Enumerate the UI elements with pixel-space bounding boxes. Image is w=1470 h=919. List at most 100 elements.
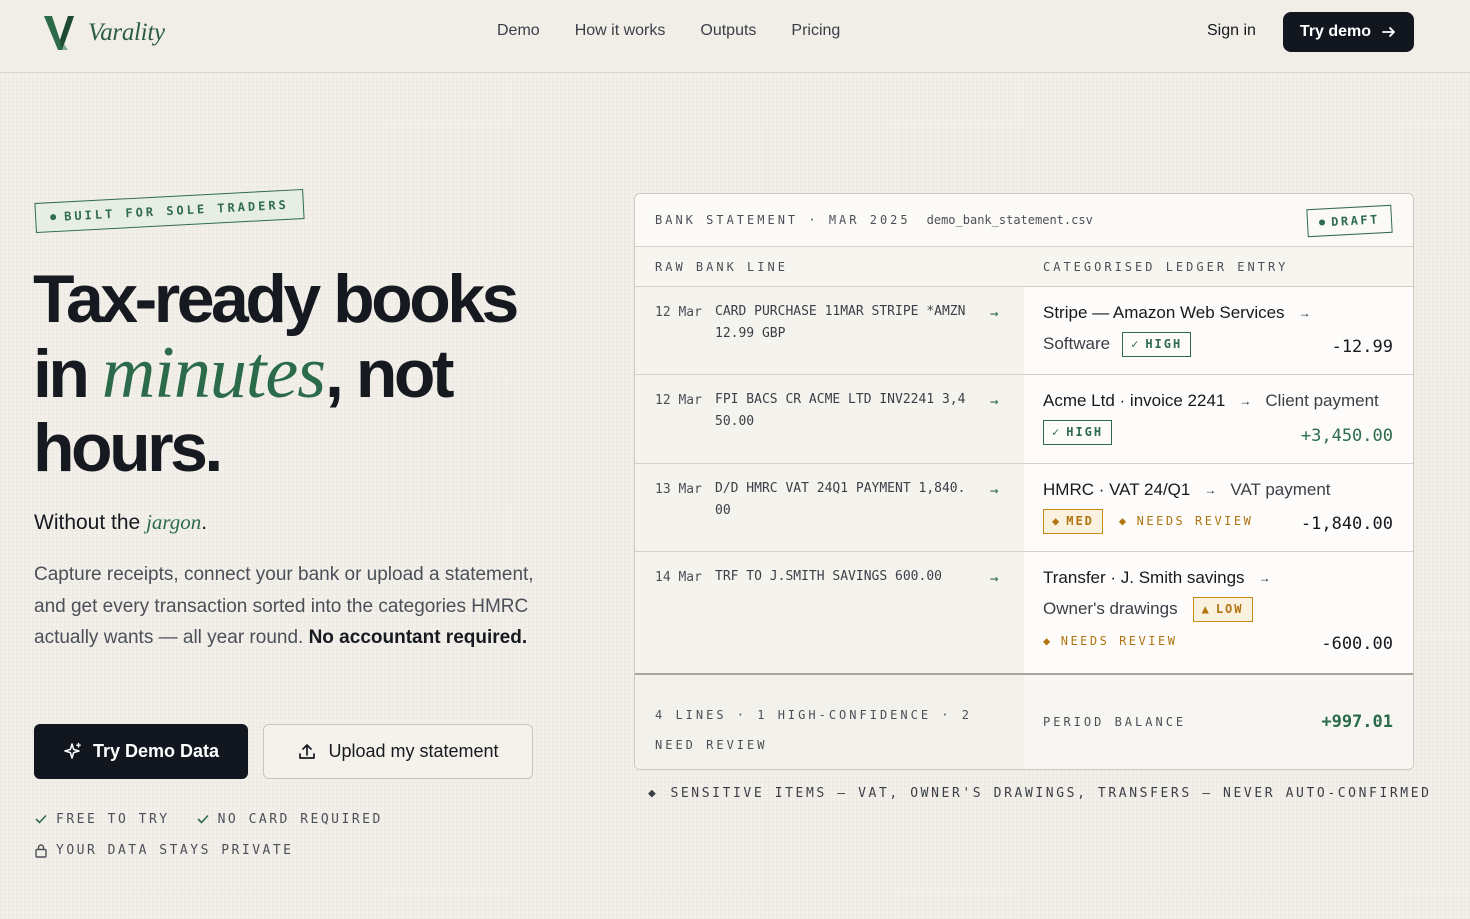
small-arrow-icon: → (1204, 483, 1217, 497)
raw-bank-line: 12 Mar CARD PURCHASE 11MAR STRIPE *AMZN … (635, 287, 1024, 374)
confidence-badge: ◆ MED (1043, 508, 1103, 534)
arrow-right-icon (1382, 27, 1395, 37)
ledger-entry: HMRC · VAT 24/Q1 → VAT payment ◆ MED ◆ NEE… (1024, 464, 1413, 551)
row-raw-text: CARD PURCHASE 11MAR STRIPE *AMZN 12.99 G… (715, 304, 966, 341)
entry-category: VAT payment (1230, 480, 1331, 499)
ledger-entry: Acme Ltd · invoice 2241 → Client payment… (1024, 375, 1413, 463)
entry-amount: -600.00 (1321, 634, 1393, 654)
draft-badge: DRAFT (1306, 204, 1393, 238)
subtitle-start: Without the (34, 511, 147, 534)
subtitle-end: . (201, 511, 208, 534)
raw-bank-line: 12 Mar FPI BACS CR ACME LTD INV2241 3,45… (635, 375, 1024, 463)
entry-amount: +3,450.00 (1300, 426, 1393, 446)
try-demo-label: Try demo (1299, 23, 1372, 40)
hero-badge: BUILT FOR SOLE TRADERS (34, 188, 305, 234)
entry-category: Software (1043, 334, 1111, 353)
entry-payee: Transfer · J. Smith savings (1043, 568, 1245, 587)
perks-list: FREE TO TRY NO CARD REQUIRED YOUR DATA S… (34, 810, 383, 859)
brand-name: Varality (88, 19, 165, 46)
needs-review-flag: ◆ NEEDS REVIEW (1119, 514, 1253, 528)
draft-label: DRAFT (1330, 212, 1381, 229)
sparkle-icon (64, 742, 81, 759)
ledger-entry: Stripe — Amazon Web Services → Software … (1024, 287, 1413, 374)
confidence-badge: ✓ HIGH (1043, 419, 1113, 445)
diamond-icon: ◆ (1118, 514, 1129, 528)
upload-statement-button[interactable]: Upload my statement (263, 724, 533, 779)
hero-title-line1: Tax-ready books (33, 261, 519, 337)
entry-payee: Stripe — Amazon Web Services (1043, 303, 1285, 322)
row-raw-text: FPI BACS CR ACME LTD INV2241 3,450.00 (715, 392, 966, 429)
ledger-header: BANK STATEMENT · MAR 2025 demo_bank_stat… (635, 194, 1413, 247)
sensitive-items-note: ◆ SENSITIVE ITEMS — VAT, OWNER'S DRAWING… (648, 786, 1432, 801)
perk-no-card-label: NO CARD REQUIRED (217, 811, 383, 827)
subtitle-emphasis: jargon (146, 510, 202, 534)
small-arrow-icon: → (1258, 571, 1271, 585)
draft-dot-icon (1319, 219, 1326, 226)
ledger-summary: 4 LINES · 1 HIGH-CONFIDENCE · 2 NEED REV… (655, 708, 972, 752)
hero-title-line3: hours. (33, 410, 223, 486)
hero-badge-label: BUILT FOR SOLE TRADERS (63, 197, 290, 224)
try-demo-data-button[interactable]: Try Demo Data (34, 724, 248, 779)
ledger-card: BANK STATEMENT · MAR 2025 demo_bank_stat… (634, 193, 1414, 770)
upload-statement-label: Upload my statement (328, 741, 499, 761)
ledger-row[interactable]: 12 Mar CARD PURCHASE 11MAR STRIPE *AMZN … (635, 287, 1413, 375)
check-icon (197, 814, 209, 824)
arrow-right-icon: → (990, 394, 999, 410)
try-demo-button[interactable]: Try demo (1283, 12, 1414, 52)
confidence-label: MED (1066, 514, 1094, 528)
top-nav-bar: Varality Demo How it works Outputs Prici… (0, 0, 1470, 73)
perk-no-card: NO CARD REQUIRED (196, 812, 383, 827)
main-nav: Demo How it works Outputs Pricing (497, 22, 840, 40)
needs-review-label: NEEDS REVIEW (1136, 514, 1254, 528)
arrow-right-icon: → (990, 571, 999, 587)
ledger-row[interactable]: 13 Mar D/D HMRC VAT 24Q1 PAYMENT 1,840.0… (635, 464, 1413, 552)
nav-demo[interactable]: Demo (497, 22, 540, 40)
row-raw-text: D/D HMRC VAT 24Q1 PAYMENT 1,840.00 (715, 481, 966, 518)
arrow-right-icon: → (990, 306, 999, 322)
entry-category: Client payment (1265, 391, 1379, 410)
needs-review-flag: ◆ NEEDS REVIEW (1043, 634, 1177, 648)
check-icon: ✓ (1131, 337, 1141, 351)
lock-icon (35, 843, 47, 858)
sensitive-items-text: SENSITIVE ITEMS — VAT, OWNER'S DRAWINGS,… (670, 786, 1432, 801)
needs-review-label: NEEDS REVIEW (1060, 634, 1178, 648)
row-date: 12 Mar (655, 393, 702, 408)
raw-bank-line: 13 Mar D/D HMRC VAT 24Q1 PAYMENT 1,840.0… (635, 464, 1024, 551)
diamond-icon: ◆ (1052, 514, 1062, 528)
hero-title-line2-end: , not (325, 336, 455, 412)
perk-free-label: FREE TO TRY (56, 811, 170, 827)
small-arrow-icon: → (1239, 394, 1252, 408)
nav-pricing[interactable]: Pricing (791, 22, 840, 40)
logo[interactable]: Varality (44, 14, 165, 52)
confidence-label: HIGH (1066, 425, 1104, 439)
varality-logo-icon (44, 16, 74, 50)
ledger-column-headers: RAW BANK LINE CATEGORISED LEDGER ENTRY (635, 247, 1413, 287)
diamond-icon: ◆ (648, 786, 659, 801)
ledger-filename: demo_bank_statement.csv (926, 213, 1093, 227)
col-entry-header: CATEGORISED LEDGER ENTRY (1043, 259, 1289, 274)
period-balance-value: +997.01 (1321, 712, 1393, 732)
confidence-badge: ✓ HIGH (1122, 331, 1192, 357)
hero-subtitle: Without the jargon. (34, 510, 207, 535)
nav-how-it-works[interactable]: How it works (575, 22, 666, 40)
row-date: 13 Mar (655, 482, 702, 497)
entry-amount: -1,840.00 (1300, 514, 1393, 534)
arrow-right-icon: → (990, 483, 999, 499)
entry-amount: -12.99 (1331, 337, 1393, 357)
confidence-label: HIGH (1145, 337, 1183, 351)
check-icon (35, 814, 47, 824)
ledger-row[interactable]: 12 Mar FPI BACS CR ACME LTD INV2241 3,45… (635, 375, 1413, 464)
period-balance-label: PERIOD BALANCE (1043, 715, 1187, 729)
check-icon: ✓ (1052, 425, 1062, 439)
try-demo-data-label: Try Demo Data (92, 741, 220, 761)
warning-triangle-icon: ▲ (1201, 602, 1211, 616)
ledger-row[interactable]: 14 Mar TRF TO J.SMITH SAVINGS 600.00 → T… (635, 552, 1413, 673)
ledger-entry: Transfer · J. Smith savings → Owner's dr… (1024, 552, 1413, 673)
nav-outputs[interactable]: Outputs (700, 22, 756, 40)
row-date: 14 Mar (655, 570, 702, 585)
sign-in-link[interactable]: Sign in (1207, 22, 1256, 40)
col-raw-header: RAW BANK LINE (655, 259, 788, 274)
perk-free: FREE TO TRY (34, 812, 170, 827)
row-date: 12 Mar (655, 305, 702, 320)
perk-private-label: YOUR DATA STAYS PRIVATE (56, 842, 294, 858)
